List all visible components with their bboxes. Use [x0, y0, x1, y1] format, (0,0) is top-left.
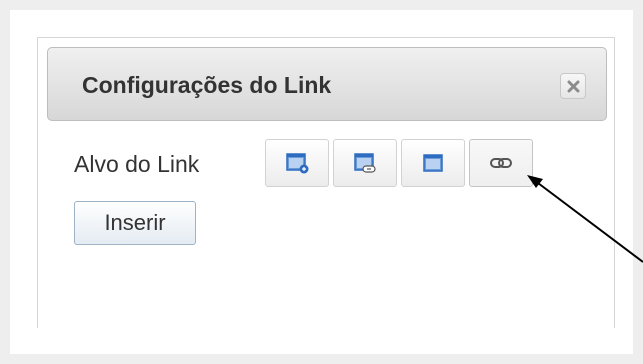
close-icon — [567, 80, 579, 92]
dialog-title: Configurações do Link — [82, 72, 332, 98]
target-same-window-button[interactable] — [401, 139, 465, 187]
target-same-window-icon — [423, 154, 443, 172]
chain-link-icon — [490, 158, 512, 168]
close-button[interactable] — [560, 73, 586, 99]
target-new-window-icon — [286, 153, 309, 174]
insert-button[interactable]: Inserir — [74, 201, 196, 245]
dialog-header: Configurações do Link — [47, 47, 607, 121]
link-target-label: Alvo do Link — [74, 151, 200, 177]
target-link-window-button[interactable] — [333, 139, 397, 187]
chain-link-button[interactable] — [469, 139, 533, 187]
target-link-window-icon — [354, 153, 376, 173]
target-new-window-button[interactable] — [265, 139, 329, 187]
